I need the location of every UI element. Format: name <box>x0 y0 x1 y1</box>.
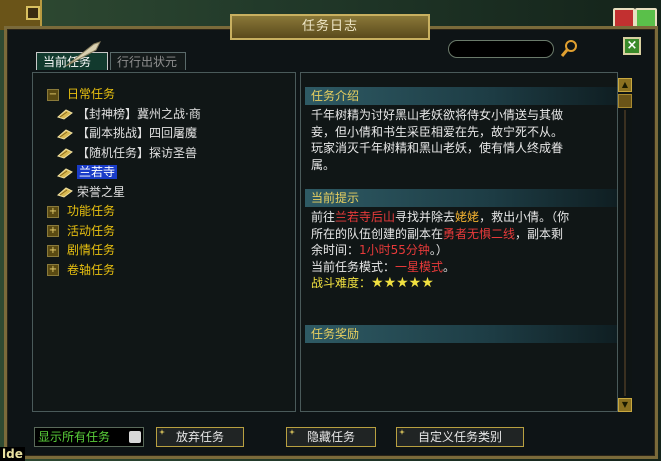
tree-category-daily[interactable]: − 日常任务 <box>47 85 201 105</box>
filter-value: 显示所有任务 <box>38 430 111 444</box>
expand-icon[interactable]: + <box>47 264 59 277</box>
quest-label: 荣誉之星 <box>77 184 126 199</box>
scroll-thumb[interactable] <box>618 94 632 108</box>
chat-icon[interactable] <box>635 8 657 28</box>
search-icon[interactable] <box>560 38 580 58</box>
hide-label: 隐藏任务 <box>306 430 355 444</box>
scroll-icon <box>57 109 73 120</box>
expand-icon[interactable]: + <box>47 244 59 257</box>
window-title: 任务日志 <box>230 14 430 40</box>
sparkle-icon <box>399 429 405 435</box>
close-button[interactable]: × <box>623 37 641 55</box>
quest-item-selected[interactable]: 兰若寺 <box>47 163 201 183</box>
hint-prefix: 前往 <box>311 210 336 224</box>
quest-item[interactable]: 【随机任务】探访圣兽 <box>47 144 201 164</box>
hint-text: 前往兰若寺后山寻找并除去姥姥，救出小倩。（你所在的队伍创建的副本在勇者无惧二线，… <box>311 209 573 292</box>
intro-text: 千年树精为讨好黑山老妖欲将侍女小倩送与其做妾，但小倩和书生采臣相爱在先，故宁死不… <box>311 108 564 172</box>
hide-quest-button[interactable]: 隐藏任务 <box>286 427 376 447</box>
hint-copy-name: 勇者无惧二线 <box>443 226 516 241</box>
tab-profession-quests[interactable]: 行行出状元 <box>110 52 186 70</box>
tree-category-story[interactable]: + 剧情任务 <box>47 241 201 261</box>
hint-location-link[interactable]: 兰若寺后山 <box>335 210 395 224</box>
mode-end: 。 <box>443 259 456 274</box>
quest-label: 【封神榜】冀州之战·商 <box>77 106 201 121</box>
detail-scrollbar[interactable]: ▲ ▼ <box>618 78 632 412</box>
hud-corner-text: lde <box>0 447 25 461</box>
tree-category-function[interactable]: + 功能任务 <box>47 202 201 222</box>
expand-icon[interactable]: + <box>47 225 59 238</box>
difficulty-stars: ★★★★★ <box>371 275 434 291</box>
scroll-down-icon[interactable]: ▼ <box>618 398 632 412</box>
quest-label: 【副本挑战】四回屠魔 <box>77 126 198 140</box>
quest-item[interactable]: 【副本挑战】四回屠魔 <box>47 124 201 144</box>
category-label: 卷轴任务 <box>67 262 116 277</box>
scroll-icon <box>57 187 73 198</box>
mail-icon[interactable] <box>613 8 635 28</box>
quest-item[interactable]: 【封神榜】冀州之战·商 <box>47 105 201 125</box>
hint-header: 当前提示 <box>305 189 617 207</box>
hud-knob-icon[interactable] <box>26 6 40 20</box>
scroll-icon <box>57 129 73 140</box>
quest-label: 兰若寺 <box>77 165 118 179</box>
scroll-track <box>624 110 626 396</box>
category-label: 活动任务 <box>67 223 116 238</box>
tab-current-quests[interactable]: 当前任务 <box>36 52 108 70</box>
abandon-quest-button[interactable]: 放弃任务 <box>156 427 244 447</box>
custom-category-button[interactable]: 自定义任务类别 <box>396 427 524 447</box>
abandon-label: 放弃任务 <box>175 430 224 444</box>
quest-tree: − 日常任务 【封神榜】冀州之战·商 【副本挑战】四回屠魔 【随机任务】探访圣兽 … <box>47 85 201 280</box>
quest-item[interactable]: 荣誉之星 <box>47 183 201 203</box>
quest-label: 【随机任务】探访圣兽 <box>77 145 198 160</box>
expand-icon[interactable]: + <box>47 205 59 218</box>
scroll-icon <box>57 168 73 179</box>
tree-category-scroll[interactable]: + 卷轴任务 <box>47 261 201 281</box>
category-label: 日常任务 <box>67 87 116 101</box>
mode-label: 当前任务模式： <box>311 259 396 274</box>
scroll-up-icon[interactable]: ▲ <box>618 78 632 92</box>
hint-target-link[interactable]: 姥姥 <box>455 210 479 224</box>
custom-label: 自定义任务类别 <box>417 430 502 444</box>
intro-header: 任务介绍 <box>305 87 617 105</box>
hint-mid: 寻找并除去 <box>395 210 456 224</box>
scroll-icon <box>57 148 73 159</box>
quest-filter-dropdown[interactable]: 显示所有任务 <box>34 427 144 447</box>
reward-header: 任务奖励 <box>305 325 617 343</box>
mode-value: 一星模式 <box>395 259 444 274</box>
hint-time: 1小时55分钟 <box>359 243 430 257</box>
hint-close: 。） <box>429 243 448 257</box>
quest-tree-panel: − 日常任务 【封神榜】冀州之战·商 【副本挑战】四回屠魔 【随机任务】探访圣兽 … <box>32 72 296 412</box>
difficulty-label: 战斗难度： <box>311 276 372 290</box>
quest-detail-panel: 任务介绍 千年树精为讨好黑山老妖欲将侍女小倩送与其做妾，但小倩和书生采臣相爱在先… <box>300 72 618 412</box>
sparkle-icon <box>159 429 165 435</box>
sparkle-icon <box>289 429 295 435</box>
category-label: 剧情任务 <box>67 243 116 257</box>
chevron-down-icon[interactable] <box>129 431 141 443</box>
category-label: 功能任务 <box>67 204 116 218</box>
search-input[interactable] <box>448 40 554 58</box>
tree-category-event[interactable]: + 活动任务 <box>47 222 201 242</box>
collapse-icon[interactable]: − <box>47 88 59 101</box>
